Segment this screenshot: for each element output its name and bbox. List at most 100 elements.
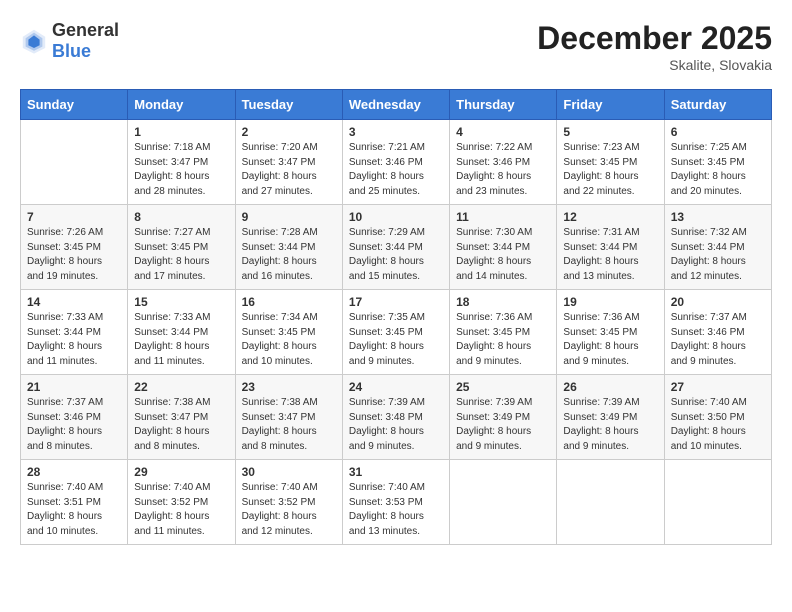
day-number: 12: [563, 210, 657, 224]
col-tuesday: Tuesday: [235, 90, 342, 120]
table-row: 2 Sunrise: 7:20 AMSunset: 3:47 PMDaylight…: [235, 120, 342, 205]
day-number: 5: [563, 125, 657, 139]
day-info: Sunrise: 7:23 AMSunset: 3:45 PMDaylight:…: [563, 141, 657, 199]
table-row: 17 Sunrise: 7:35 AMSunset: 3:45 PMDayligh…: [342, 290, 449, 375]
table-row: 12Sunrise: 7:31 AMSunset: 3:44 PMDayligh…: [557, 205, 664, 290]
table-row: 31 Sunrise: 7:40 AMSunset: 3:53 PMDayligh…: [342, 460, 449, 545]
table-row: 6 Sunrise: 7:25 AMSunset: 3:45 PMDaylight…: [664, 120, 771, 205]
day-info: Sunrise: 7:22 AMSunset: 3:46 PMDaylight:…: [456, 141, 550, 199]
logo: General Blue: [20, 20, 119, 62]
day-number: 3: [349, 125, 443, 139]
day-info: Sunrise: 7:39 AMSunset: 3:49 PMDaylight:…: [456, 396, 550, 454]
table-row: 10 Sunrise: 7:29 AMSunset: 3:44 PMDayligh…: [342, 205, 449, 290]
day-info: Sunrise: 7:28 AMSunset: 3:44 PMDaylight:…: [242, 226, 336, 284]
table-row: 24 Sunrise: 7:39 AMSunset: 3:48 PMDayligh…: [342, 375, 449, 460]
location-subtitle: Skalite, Slovakia: [537, 57, 772, 73]
day-info: Sunrise: 7:33 AMSunset: 3:44 PMDaylight:…: [27, 311, 121, 369]
page-header: General Blue December 2025 Skalite, Slov…: [20, 20, 772, 73]
calendar-week-row: 1 Sunrise: 7:18 AMSunset: 3:47 PMDaylight…: [21, 120, 772, 205]
day-info: Sunrise: 7:32 AMSunset: 3:44 PMDaylight:…: [671, 226, 765, 284]
day-info: Sunrise: 7:40 AMSunset: 3:53 PMDaylight:…: [349, 481, 443, 539]
day-number: 18: [456, 295, 550, 309]
day-number: 26: [563, 380, 657, 394]
table-row: [664, 460, 771, 545]
logo-blue: Blue: [52, 41, 91, 61]
day-info: Sunrise: 7:29 AMSunset: 3:44 PMDaylight:…: [349, 226, 443, 284]
table-row: 4 Sunrise: 7:22 AMSunset: 3:46 PMDaylight…: [450, 120, 557, 205]
day-info: Sunrise: 7:26 AMSunset: 3:45 PMDaylight:…: [27, 226, 121, 284]
day-number: 15: [134, 295, 228, 309]
col-sunday: Sunday: [21, 90, 128, 120]
table-row: 11 Sunrise: 7:30 AMSunset: 3:44 PMDayligh…: [450, 205, 557, 290]
table-row: 13 Sunrise: 7:32 AMSunset: 3:44 PMDayligh…: [664, 205, 771, 290]
table-row: 29Sunrise: 7:40 AMSunset: 3:52 PMDayligh…: [128, 460, 235, 545]
day-number: 29: [134, 465, 228, 479]
table-row: 21 Sunrise: 7:37 AMSunset: 3:46 PMDayligh…: [21, 375, 128, 460]
day-number: 25: [456, 380, 550, 394]
day-info: Sunrise: 7:20 AMSunset: 3:47 PMDaylight:…: [242, 141, 336, 199]
day-number: 2: [242, 125, 336, 139]
day-number: 14: [27, 295, 121, 309]
day-number: 31: [349, 465, 443, 479]
day-info: Sunrise: 7:25 AMSunset: 3:45 PMDaylight:…: [671, 141, 765, 199]
title-block: December 2025 Skalite, Slovakia: [537, 20, 772, 73]
logo-general: General: [52, 20, 119, 40]
day-info: Sunrise: 7:38 AMSunset: 3:47 PMDaylight:…: [242, 396, 336, 454]
table-row: 19 Sunrise: 7:36 AMSunset: 3:45 PMDayligh…: [557, 290, 664, 375]
table-row: 1 Sunrise: 7:18 AMSunset: 3:47 PMDaylight…: [128, 120, 235, 205]
day-number: 6: [671, 125, 765, 139]
table-row: 5 Sunrise: 7:23 AMSunset: 3:45 PMDaylight…: [557, 120, 664, 205]
day-number: 20: [671, 295, 765, 309]
day-info: Sunrise: 7:39 AMSunset: 3:48 PMDaylight:…: [349, 396, 443, 454]
table-row: 3Sunrise: 7:21 AMSunset: 3:46 PMDaylight…: [342, 120, 449, 205]
logo-icon: [20, 27, 48, 55]
table-row: 27 Sunrise: 7:40 AMSunset: 3:50 PMDayligh…: [664, 375, 771, 460]
table-row: 9 Sunrise: 7:28 AMSunset: 3:44 PMDaylight…: [235, 205, 342, 290]
day-info: Sunrise: 7:30 AMSunset: 3:44 PMDaylight:…: [456, 226, 550, 284]
day-info: Sunrise: 7:27 AMSunset: 3:45 PMDaylight:…: [134, 226, 228, 284]
day-number: 13: [671, 210, 765, 224]
table-row: 28Sunrise: 7:40 AMSunset: 3:51 PMDayligh…: [21, 460, 128, 545]
day-info: Sunrise: 7:18 AMSunset: 3:47 PMDaylight:…: [134, 141, 228, 199]
day-info: Sunrise: 7:36 AMSunset: 3:45 PMDaylight:…: [456, 311, 550, 369]
day-number: 1: [134, 125, 228, 139]
day-number: 11: [456, 210, 550, 224]
table-row: [21, 120, 128, 205]
table-row: 26Sunrise: 7:39 AMSunset: 3:49 PMDayligh…: [557, 375, 664, 460]
day-info: Sunrise: 7:40 AMSunset: 3:52 PMDaylight:…: [242, 481, 336, 539]
table-row: 15Sunrise: 7:33 AMSunset: 3:44 PMDayligh…: [128, 290, 235, 375]
table-row: 22Sunrise: 7:38 AMSunset: 3:47 PMDayligh…: [128, 375, 235, 460]
day-info: Sunrise: 7:40 AMSunset: 3:50 PMDaylight:…: [671, 396, 765, 454]
day-number: 28: [27, 465, 121, 479]
day-info: Sunrise: 7:35 AMSunset: 3:45 PMDaylight:…: [349, 311, 443, 369]
table-row: 16Sunrise: 7:34 AMSunset: 3:45 PMDayligh…: [235, 290, 342, 375]
table-row: 20Sunrise: 7:37 AMSunset: 3:46 PMDayligh…: [664, 290, 771, 375]
col-wednesday: Wednesday: [342, 90, 449, 120]
table-row: 25 Sunrise: 7:39 AMSunset: 3:49 PMDayligh…: [450, 375, 557, 460]
table-row: [450, 460, 557, 545]
day-info: Sunrise: 7:38 AMSunset: 3:47 PMDaylight:…: [134, 396, 228, 454]
day-number: 24: [349, 380, 443, 394]
col-monday: Monday: [128, 90, 235, 120]
day-info: Sunrise: 7:37 AMSunset: 3:46 PMDaylight:…: [27, 396, 121, 454]
day-number: 4: [456, 125, 550, 139]
calendar-header-row: Sunday Monday Tuesday Wednesday Thursday…: [21, 90, 772, 120]
calendar-week-row: 7Sunrise: 7:26 AMSunset: 3:45 PMDaylight…: [21, 205, 772, 290]
month-year-title: December 2025: [537, 20, 772, 57]
col-thursday: Thursday: [450, 90, 557, 120]
col-saturday: Saturday: [664, 90, 771, 120]
day-number: 8: [134, 210, 228, 224]
day-number: 21: [27, 380, 121, 394]
table-row: 14 Sunrise: 7:33 AMSunset: 3:44 PMDayligh…: [21, 290, 128, 375]
day-number: 19: [563, 295, 657, 309]
day-number: 16: [242, 295, 336, 309]
calendar-week-row: 21 Sunrise: 7:37 AMSunset: 3:46 PMDayligh…: [21, 375, 772, 460]
calendar-week-row: 14 Sunrise: 7:33 AMSunset: 3:44 PMDayligh…: [21, 290, 772, 375]
day-number: 17: [349, 295, 443, 309]
day-number: 9: [242, 210, 336, 224]
day-number: 10: [349, 210, 443, 224]
table-row: 18 Sunrise: 7:36 AMSunset: 3:45 PMDayligh…: [450, 290, 557, 375]
calendar-week-row: 28Sunrise: 7:40 AMSunset: 3:51 PMDayligh…: [21, 460, 772, 545]
day-number: 27: [671, 380, 765, 394]
day-info: Sunrise: 7:36 AMSunset: 3:45 PMDaylight:…: [563, 311, 657, 369]
